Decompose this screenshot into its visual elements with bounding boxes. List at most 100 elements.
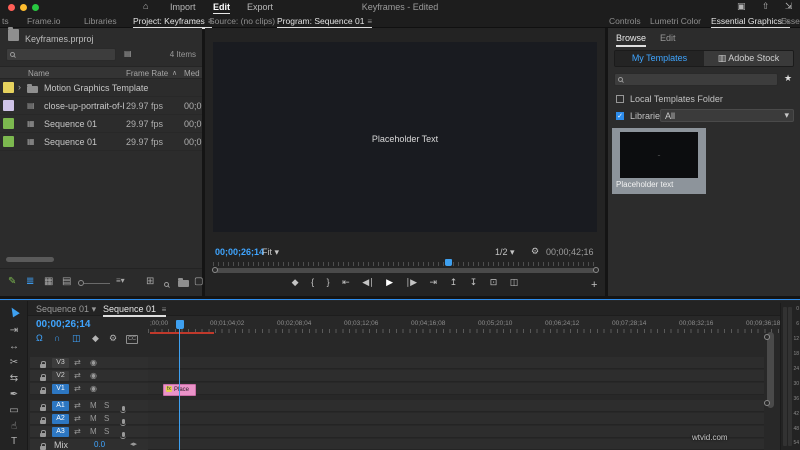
- automate-to-sequence-button[interactable]: ⊞: [146, 276, 154, 287]
- label-chip[interactable]: [3, 118, 14, 129]
- play-button[interactable]: ▶: [386, 277, 393, 288]
- local-templates-checkbox[interactable]: [616, 95, 624, 103]
- sync-lock-icon[interactable]: ⇄: [74, 413, 81, 425]
- tab-frameio[interactable]: Frame.io: [27, 16, 61, 26]
- timeline-vertical-scrollbar[interactable]: [767, 332, 774, 408]
- label-chip[interactable]: [3, 100, 14, 111]
- new-bin-button[interactable]: [178, 278, 189, 289]
- program-timecode[interactable]: 00;00;26;14: [215, 247, 264, 257]
- project-writable-icon[interactable]: ✎: [8, 276, 16, 287]
- solo-button[interactable]: S: [104, 426, 109, 438]
- icon-view-button[interactable]: ▦: [44, 276, 53, 287]
- scrollbar-bottom-handle[interactable]: [764, 400, 770, 406]
- keyframe-nav-icon[interactable]: ◂▸: [130, 440, 137, 448]
- sync-lock-icon[interactable]: ⇄: [74, 357, 81, 369]
- star-filter-icon[interactable]: ★: [784, 73, 792, 84]
- go-to-in-button[interactable]: ⇤: [342, 277, 350, 288]
- mark-in-button[interactable]: {: [311, 277, 314, 287]
- captions-badge[interactable]: CC: [126, 335, 138, 344]
- mark-out-button[interactable]: }: [327, 277, 330, 287]
- timeline-playhead-line[interactable]: [179, 328, 180, 450]
- adobe-stock-button[interactable]: ▥ Adobe Stock: [704, 51, 793, 66]
- sync-lock-icon[interactable]: ⇄: [74, 383, 81, 395]
- settings-wrench-icon[interactable]: ⚙: [531, 246, 539, 257]
- timeline-settings-wrench-icon[interactable]: ⚙: [109, 333, 117, 344]
- column-frame-rate[interactable]: Frame Rate: [126, 69, 168, 78]
- mute-button[interactable]: M: [90, 413, 97, 425]
- add-marker-icon[interactable]: ◆: [92, 333, 99, 344]
- workspaces-icon[interactable]: ▣: [737, 1, 746, 12]
- solo-button[interactable]: S: [104, 413, 109, 425]
- tab-lumetri-color[interactable]: Lumetri Color: [650, 16, 701, 26]
- program-scrub-ticks[interactable]: [213, 262, 597, 266]
- snap-icon[interactable]: Ω: [36, 333, 43, 343]
- my-templates-button[interactable]: My Templates: [615, 51, 704, 66]
- rectangle-tool[interactable]: ▭: [0, 405, 28, 416]
- sync-lock-icon[interactable]: ⇄: [74, 426, 81, 438]
- menu-export[interactable]: Export: [247, 2, 273, 12]
- column-media[interactable]: Med: [184, 69, 200, 78]
- razor-tool[interactable]: ✂: [0, 357, 28, 368]
- tab-source[interactable]: Source: (no clips): [209, 16, 275, 26]
- program-playhead[interactable]: [445, 259, 452, 266]
- nest-icon[interactable]: ◫: [72, 333, 81, 344]
- lock-icon[interactable]: [40, 429, 46, 439]
- lock-icon[interactable]: [40, 442, 46, 450]
- mic-icon[interactable]: [120, 429, 126, 439]
- timeline-timecode[interactable]: 00;00;26;14: [36, 319, 90, 330]
- mac-minimize-button[interactable]: [20, 4, 27, 11]
- step-back-button[interactable]: ◀∣: [362, 277, 373, 288]
- project-search-input[interactable]: [6, 48, 116, 61]
- tab-libraries[interactable]: Libraries: [84, 16, 117, 26]
- project-row-sequence-1[interactable]: ▦ Sequence 01 29.97 fps 00;0: [0, 115, 202, 133]
- project-row-sequence-2[interactable]: ▦ Sequence 01 29.97 fps 00;0: [0, 133, 202, 151]
- track-target-v1[interactable]: V1: [52, 384, 69, 394]
- scrollbar-left-handle[interactable]: [212, 267, 218, 273]
- libraries-dropdown[interactable]: All ▾: [660, 109, 794, 122]
- left-tab-overflow[interactable]: »: [193, 16, 198, 26]
- filter-icon[interactable]: ▤: [124, 49, 132, 58]
- label-chip[interactable]: [3, 82, 14, 93]
- fullscreen-icon[interactable]: ⇲: [785, 1, 793, 12]
- track-target-v3[interactable]: V3: [52, 358, 69, 368]
- timeline-ruler[interactable]: ;00;00 00;01;04;02 00;02;08;04 00;03;12;…: [148, 319, 790, 333]
- track-target-a2[interactable]: A2: [52, 414, 69, 424]
- linked-selection-icon[interactable]: ∩: [54, 333, 60, 343]
- sequence-tab-inactive[interactable]: Sequence 01 ▾: [36, 304, 96, 315]
- mix-gain-value[interactable]: 0.0: [94, 440, 105, 449]
- mic-icon[interactable]: [120, 416, 126, 426]
- sequence-tab-active[interactable]: Sequence 01 ≡: [103, 304, 167, 317]
- find-button[interactable]: [164, 279, 169, 289]
- column-name[interactable]: Name: [28, 69, 49, 78]
- eye-icon[interactable]: ◉: [90, 370, 97, 382]
- tab-effects[interactable]: ts: [2, 16, 9, 26]
- list-view-button[interactable]: ≣: [26, 276, 34, 287]
- zoom-slider-track[interactable]: [84, 283, 110, 284]
- template-card[interactable]: – Placeholder text: [612, 128, 706, 194]
- project-row-clip[interactable]: ▤ close-up-portrait-of-blue-an 29.97 fps…: [0, 97, 202, 115]
- sync-lock-icon[interactable]: ⇄: [74, 370, 81, 382]
- tab-essential-sound[interactable]: Esse: [781, 16, 800, 26]
- libraries-checkbox[interactable]: ✓: [616, 112, 624, 120]
- eye-icon[interactable]: ◉: [90, 357, 97, 369]
- zoom-level-dropdown[interactable]: Fit ▾: [262, 247, 279, 258]
- scrollbar-right-handle[interactable]: [593, 267, 599, 273]
- step-forward-button[interactable]: ∣▶: [406, 277, 417, 288]
- disclosure-icon[interactable]: ›: [18, 82, 21, 92]
- templates-search-input[interactable]: [614, 73, 778, 86]
- lock-icon[interactable]: [40, 403, 46, 413]
- go-to-out-button[interactable]: ⇥: [430, 277, 438, 288]
- track-target-v2[interactable]: V2: [52, 371, 69, 381]
- eye-icon[interactable]: ◉: [90, 383, 97, 395]
- timeline-playhead-handle[interactable]: [176, 320, 184, 329]
- ripple-edit-tool[interactable]: ↔: [0, 341, 28, 352]
- add-marker-button[interactable]: ◆: [292, 277, 299, 288]
- mic-icon[interactable]: [120, 403, 126, 413]
- playback-resolution-dropdown[interactable]: 1/2 ▾: [495, 247, 515, 258]
- lock-icon[interactable]: [40, 373, 46, 383]
- extract-button[interactable]: ↧: [470, 277, 478, 288]
- mute-button[interactable]: M: [90, 426, 97, 438]
- export-frame-button[interactable]: ⊡: [490, 277, 498, 288]
- selection-tool[interactable]: [0, 305, 28, 319]
- track-target-a1[interactable]: A1: [52, 401, 69, 411]
